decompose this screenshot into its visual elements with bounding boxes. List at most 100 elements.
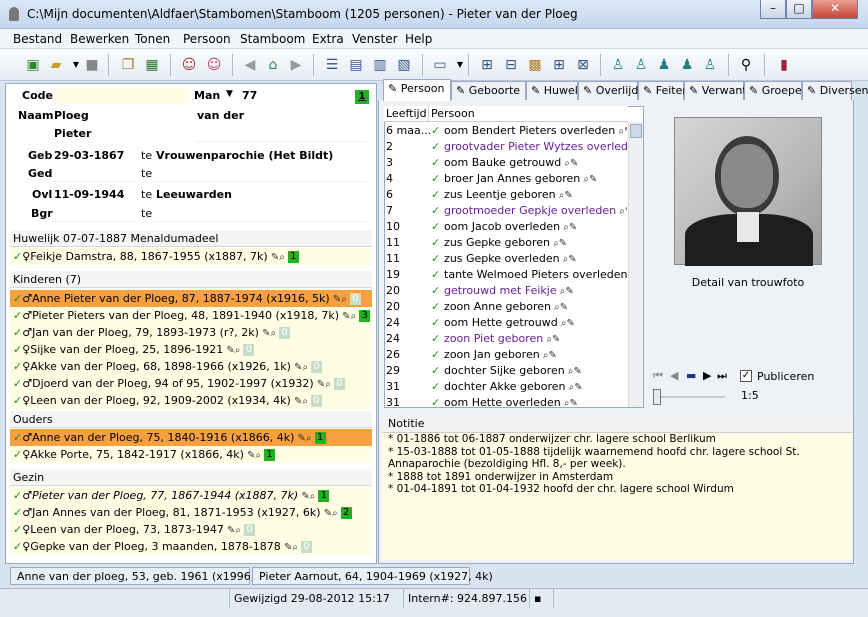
sibling-row[interactable]: ✓♀Gepke van der Ploeg, 3 maanden, 1878-1… [10,538,372,555]
search-edit-icon[interactable]: ⌕✎ [556,190,573,201]
search-edit-icon[interactable]: ⌕✎ [561,398,578,409]
menu-persoon[interactable]: Persoon [183,32,231,46]
count-badge[interactable]: 0 [310,395,322,407]
child-row[interactable]: ✓♀Leen van der Ploeg, 92, 1909-2002 (x19… [10,392,372,409]
col-age-header[interactable]: Leeftijd [386,106,427,122]
edit-attach-icon[interactable]: ✎⌕ [281,542,298,553]
tab-feiten[interactable]: ✎ Feiten [638,81,689,100]
search-edit-icon[interactable]: ⌕✎ [580,174,597,185]
count-badge[interactable]: 0 [300,541,312,553]
save-icon[interactable]: ■ [82,55,102,75]
photo-slider-thumb[interactable] [653,389,661,405]
open-folder-icon[interactable]: ▰ [46,55,66,75]
baptism-date-field[interactable] [52,166,136,182]
man-face-icon[interactable]: ☺ [179,55,199,75]
count-badge[interactable]: 0 [311,361,323,373]
event-row[interactable]: 20 ✓ zoon Anne geboren ⌕✎ [384,299,627,315]
tab-geboorte[interactable]: ✎ Geboorte [451,81,526,100]
prefix-field[interactable]: van der [195,108,367,124]
birth-place-field[interactable]: Vrouwenparochie (Het Bildt) [154,148,367,164]
event-row[interactable]: 6 maa... ✓ oom Bendert Pieters overleden … [384,123,627,139]
recent-person-tab[interactable]: Pieter Aarnout, 64, 1904-1969 (x1927, 4k… [252,567,493,585]
photo-view-icon[interactable]: ▬ [686,369,696,382]
forward-arrow-icon[interactable]: ▶ [286,55,306,75]
baptism-place-field[interactable] [154,166,367,182]
edit-attach-icon[interactable]: ✎⌕ [244,450,261,461]
tree-image-icon[interactable]: ▦ [142,55,162,75]
tab-overlijden[interactable]: ✎ Overlijden [578,81,652,100]
birth-date-field[interactable]: 29-03-1867 [52,148,136,164]
event-row[interactable]: 11 ✓ zus Gepke overleden ⌕✎ [384,251,627,267]
event-row[interactable]: 31 ✓ oom Hette overleden ⌕✎ [384,395,627,411]
edit-attach-icon[interactable]: ✎⌕ [314,379,331,390]
count-badge[interactable]: 0 [244,524,255,536]
child-row[interactable]: ✓♀Sijke van der Ploeg, 25, 1896-1921 ✎⌕ 0 [10,341,372,358]
search-edit-icon[interactable]: ⌕✎ [551,302,568,313]
edit-attach-icon[interactable]: ✎⌕ [321,508,338,519]
scroll-thumb[interactable] [630,124,642,138]
edit-attach-icon[interactable]: ✎⌕ [224,525,241,536]
group-icon[interactable]: ♟ [677,55,697,75]
minimize-button[interactable]: – [760,0,786,19]
death-date-field[interactable]: 11-09-1944 [52,187,136,203]
event-row[interactable]: 26 ✓ zoon Jan geboren ⌕✎ [384,347,627,363]
prev-photo-icon[interactable]: ◀ [670,369,678,382]
event-row[interactable]: 4 ✓ broer Jan Annes geboren ⌕✎ [384,171,627,187]
tab-diversen[interactable]: ✎ Diversen [802,81,868,100]
child-row[interactable]: ✓♂Jan van der Ploeg, 79, 1893-1973 (r?, … [10,324,372,341]
descendants-icon[interactable]: ⊞ [549,55,569,75]
count-badge[interactable]: 1 [287,251,299,263]
publiceren-checkbox[interactable]: ✓ [740,370,752,382]
recent-person-tab[interactable]: Anne van der ploeg, 53, geb. 1961 (x1996… [10,567,275,585]
col-person-header[interactable]: Persoon [431,106,475,122]
menu-bewerken[interactable]: Bewerken [70,32,129,46]
menu-venster[interactable]: Venster [352,32,398,46]
marriage-count-badge[interactable]: 1 [355,90,369,104]
new-file-icon[interactable]: ▣ [23,55,43,75]
sex-value[interactable]: Man [194,89,220,102]
edit-attach-icon[interactable]: ✎⌕ [291,396,308,407]
menu-extra[interactable]: Extra [312,32,344,46]
menu-bestand[interactable]: Bestand [13,32,62,46]
book-icon[interactable]: ▮ [774,55,794,75]
count-badge[interactable]: 0 [349,293,361,305]
table-view-icon[interactable]: ▥ [370,55,390,75]
count-badge[interactable]: 3 [359,310,371,322]
event-row[interactable]: 6 ✓ zus Leentje geboren ⌕✎ [384,187,627,203]
note-area[interactable]: * 01-1886 tot 06-1887 onderwijzer chr. l… [382,433,852,560]
edit-attach-icon[interactable]: ✎⌕ [298,491,315,502]
search-edit-icon[interactable]: ⌕✎ [550,238,567,249]
search-edit-icon[interactable]: ⌕✎ [560,254,577,265]
sex-dropdown-icon[interactable]: ▼ [226,89,233,99]
sibling-row[interactable]: ✓♂Pieter van der Ploeg, 77, 1867-1944 (x… [10,487,372,504]
window-dropdown-icon[interactable]: ▼ [450,55,470,75]
child-row[interactable]: ✓♂Pieter Pieters van der Ploeg, 48, 1891… [10,307,372,324]
sibling-row[interactable]: ✓♂Jan Annes van der Ploeg, 81, 1871-1953… [10,504,372,521]
death-place-field[interactable]: Leeuwarden [154,187,367,203]
tree-icon[interactable]: ⊞ [477,55,497,75]
count-badge[interactable]: 1 [318,490,330,502]
event-row[interactable]: 7 ✓ grootmoeder Gepkje overleden ⌕✎ [384,203,627,219]
firstname-field[interactable]: Pieter [52,126,190,142]
search-edit-icon[interactable]: ⌕✎ [557,286,574,297]
form-view-icon[interactable]: ▧ [394,55,414,75]
count-badge[interactable]: 0 [243,344,255,356]
count-badge[interactable]: 0 [333,378,345,390]
card-view-icon[interactable]: ▤ [346,55,366,75]
search-edit-icon[interactable]: ⌕✎ [540,350,557,361]
search-edit-icon[interactable]: ⌕✎ [616,206,627,217]
code-field[interactable] [54,88,189,104]
menu-stamboom[interactable]: Stamboom [240,32,305,46]
last-photo-icon[interactable]: ⏭ [717,369,727,383]
count-badge[interactable]: 2 [340,507,352,519]
tab-verwanten[interactable]: ✎ Verwanten [684,81,760,100]
photo-slider-track[interactable] [655,396,725,398]
search-edit-icon[interactable]: ⌕✎ [565,366,582,377]
back-arrow-icon[interactable]: ◀ [240,55,260,75]
child-row[interactable]: ✓♀Akke van der Ploeg, 68, 1898-1966 (x19… [10,358,372,375]
ancestors-icon[interactable]: ⊠ [573,55,593,75]
event-row[interactable]: 10 ✓ oom Jacob overleden ⌕✎ [384,219,627,235]
maximize-button[interactable]: □ [786,0,812,19]
next-photo-icon[interactable]: ▶ [703,369,711,382]
child-row[interactable]: ✓♂Anne Pieter van der Ploeg, 87, 1887-19… [10,290,372,307]
